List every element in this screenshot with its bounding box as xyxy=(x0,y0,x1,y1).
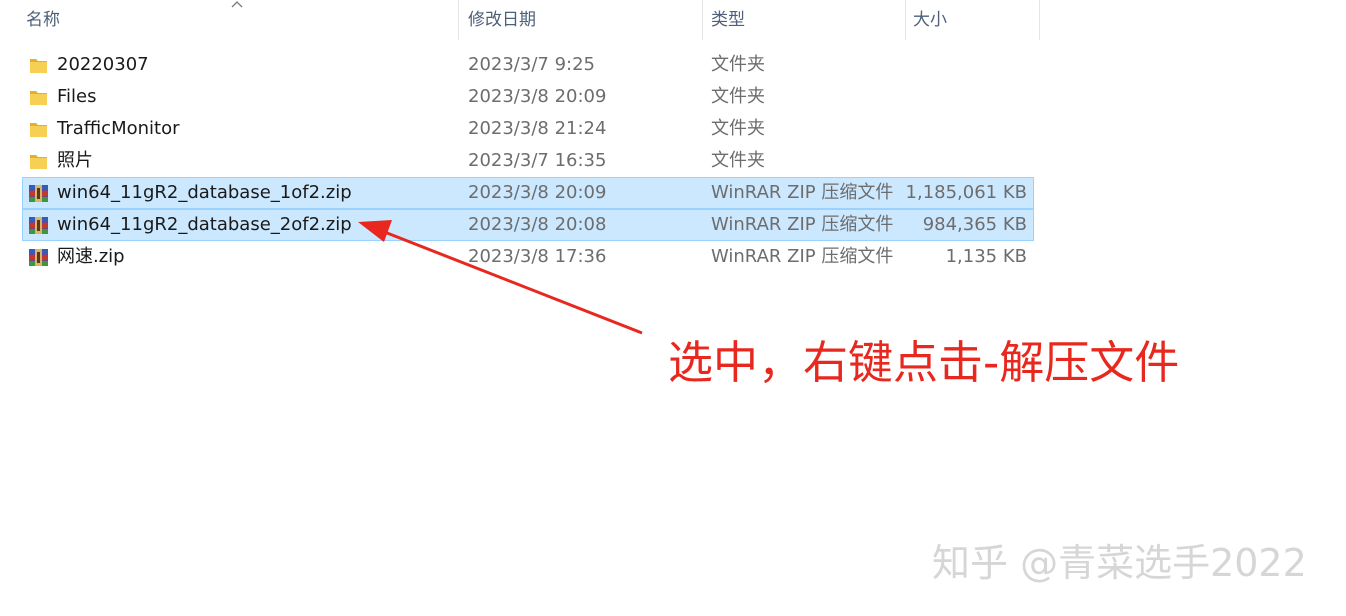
annotation-arrow-shaft xyxy=(381,229,643,335)
annotation-arrow-head xyxy=(358,220,392,242)
annotation-text: 选中，右键点击-解压文件 xyxy=(668,336,1180,389)
annotation-arrow xyxy=(358,220,643,335)
watermark: 知乎 @青菜选手2022 xyxy=(932,541,1307,585)
